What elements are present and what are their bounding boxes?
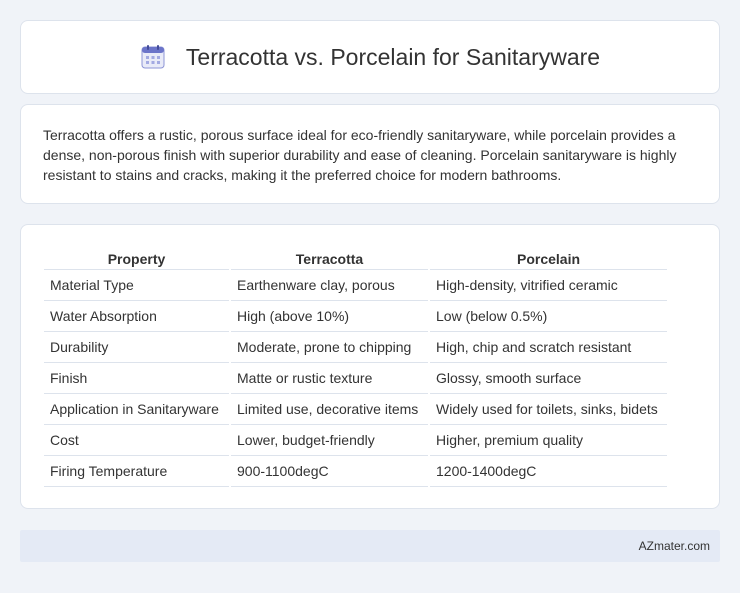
table-cell: Earthenware clay, porous — [231, 270, 428, 301]
table-row: Water Absorption High (above 10%) Low (b… — [44, 301, 667, 332]
table-cell: Low (below 0.5%) — [430, 301, 667, 332]
table-cell: Higher, premium quality — [430, 425, 667, 456]
table-cell: 1200-1400degC — [430, 456, 667, 487]
table-cell: Widely used for toilets, sinks, bidets — [430, 394, 667, 425]
calendar-icon — [140, 44, 166, 70]
table-header-row: Property Terracotta Porcelain — [44, 247, 667, 270]
table-row: Cost Lower, budget-friendly Higher, prem… — [44, 425, 667, 456]
table-cell: Glossy, smooth surface — [430, 363, 667, 394]
table-cell: 900-1100degC — [231, 456, 428, 487]
table-row: Firing Temperature 900-1100degC 1200-140… — [44, 456, 667, 487]
header-property: Property — [44, 247, 229, 270]
table-cell: Finish — [44, 363, 229, 394]
table-cell: High (above 10%) — [231, 301, 428, 332]
table-row: Finish Matte or rustic texture Glossy, s… — [44, 363, 667, 394]
title-card: Terracotta vs. Porcelain for Sanitarywar… — [20, 20, 720, 94]
table-row: Durability Moderate, prone to chipping H… — [44, 332, 667, 363]
table-cell: Moderate, prone to chipping — [231, 332, 428, 363]
table-cell: Durability — [44, 332, 229, 363]
intro-text: Terracotta offers a rustic, porous surfa… — [43, 127, 677, 183]
table-cell: Matte or rustic texture — [231, 363, 428, 394]
table-cell: Application in Sanitaryware — [44, 394, 229, 425]
table-cell: Limited use, decorative items — [231, 394, 428, 425]
table-cell: Water Absorption — [44, 301, 229, 332]
comparison-table: Property Terracotta Porcelain Material T… — [42, 247, 669, 487]
table-cell: Material Type — [44, 270, 229, 301]
header-porcelain: Porcelain — [430, 247, 667, 270]
table-cell: Firing Temperature — [44, 456, 229, 487]
footer-site-link[interactable]: AZmater.com — [639, 539, 710, 553]
comparison-table-card: Property Terracotta Porcelain Material T… — [20, 224, 720, 509]
table-cell: High, chip and scratch resistant — [430, 332, 667, 363]
table-row: Material Type Earthenware clay, porous H… — [44, 270, 667, 301]
table-cell: High-density, vitrified ceramic — [430, 270, 667, 301]
table-cell: Lower, budget-friendly — [231, 425, 428, 456]
intro-card: Terracotta offers a rustic, porous surfa… — [20, 104, 720, 204]
table-row: Application in Sanitaryware Limited use,… — [44, 394, 667, 425]
page-title: Terracotta vs. Porcelain for Sanitarywar… — [185, 43, 601, 70]
header-terracotta: Terracotta — [231, 247, 428, 270]
table-cell: Cost — [44, 425, 229, 456]
footer-bar: AZmater.com — [20, 530, 720, 562]
